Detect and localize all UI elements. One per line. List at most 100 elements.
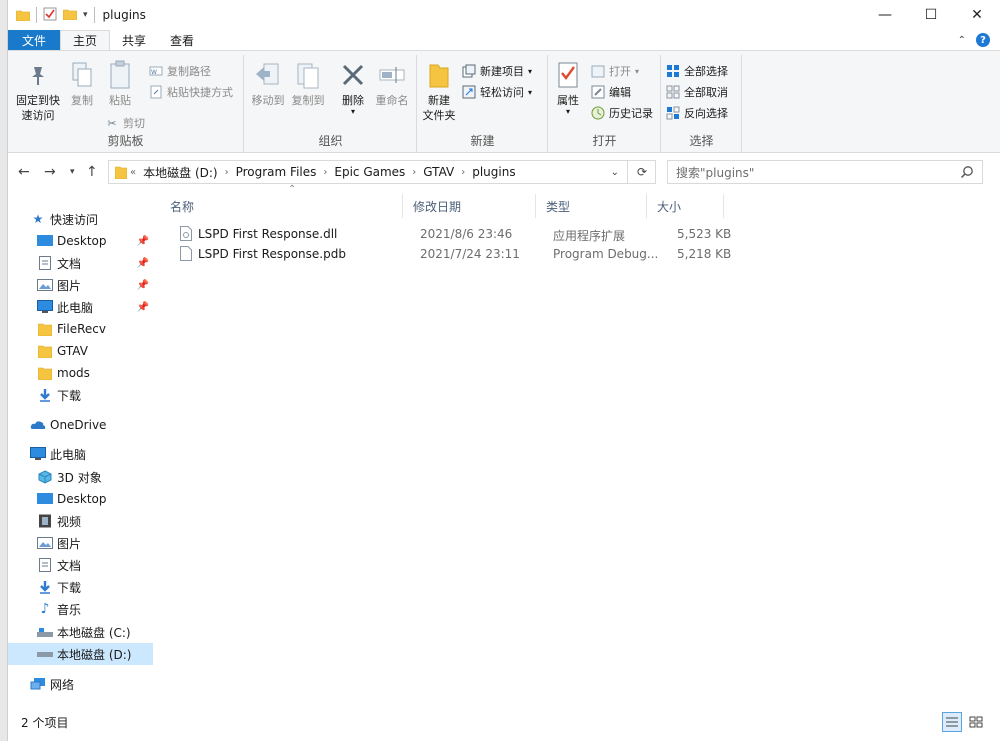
- cut-button[interactable]: ✂ 剪切: [105, 115, 145, 131]
- breadcrumb-separator-icon[interactable]: ›: [320, 167, 330, 178]
- nav-item-pictures[interactable]: 图片: [8, 532, 153, 554]
- properties-button[interactable]: 属性 ▾: [553, 59, 583, 116]
- details-view-icon[interactable]: [942, 712, 962, 732]
- breadcrumb-drive-d[interactable]: 本地磁盘 (D:): [139, 164, 221, 181]
- nav-item-mods[interactable]: mods: [8, 362, 153, 384]
- nav-item-documents[interactable]: 文档 📌: [8, 252, 153, 274]
- nav-item-videos[interactable]: 视频: [8, 510, 153, 532]
- paste-button[interactable]: 粘贴: [104, 59, 136, 108]
- select-all-button[interactable]: 全部选择: [666, 63, 728, 79]
- column-header-name[interactable]: 名称: [160, 194, 403, 218]
- address-bar[interactable]: « 本地磁盘 (D:) › Program Files › Epic Games…: [108, 160, 656, 184]
- nav-item-label: 文档: [57, 256, 82, 271]
- edit-button[interactable]: 编辑: [591, 84, 631, 100]
- easy-access-button[interactable]: 轻松访问 ▾: [462, 84, 532, 100]
- breadcrumb-epic-games[interactable]: Epic Games: [330, 165, 409, 179]
- search-placeholder: 搜索"plugins": [676, 165, 755, 180]
- minimize-button[interactable]: —: [862, 0, 908, 30]
- nav-item-label: 下载: [57, 388, 82, 403]
- refresh-icon[interactable]: ⟳: [627, 160, 656, 184]
- column-header-size[interactable]: 大小: [647, 194, 724, 218]
- nav-onedrive[interactable]: OneDrive: [8, 414, 153, 436]
- collapse-ribbon-chevron-icon[interactable]: ⌃: [958, 35, 966, 46]
- invert-selection-button[interactable]: 反向选择: [666, 105, 728, 121]
- pictures-icon: [37, 535, 53, 551]
- column-header-type[interactable]: 类型: [536, 194, 647, 218]
- new-item-button[interactable]: 新建项目 ▾: [462, 63, 532, 79]
- tab-view[interactable]: 查看: [158, 30, 206, 50]
- nav-item-desktop[interactable]: Desktop 📌: [8, 230, 153, 252]
- breadcrumb-separator-icon[interactable]: ›: [458, 167, 468, 178]
- help-icon[interactable]: ?: [976, 33, 990, 47]
- breadcrumb-plugins[interactable]: plugins: [468, 165, 519, 179]
- tab-home[interactable]: 主页: [60, 30, 111, 50]
- search-input[interactable]: 搜索"plugins": [667, 160, 983, 184]
- nav-item-documents[interactable]: 文档: [8, 554, 153, 576]
- up-arrow-icon[interactable]: ↑: [86, 164, 98, 180]
- address-dropdown-chevron-icon[interactable]: ⌄: [611, 167, 619, 178]
- close-button[interactable]: ✕: [954, 0, 1000, 30]
- tab-share[interactable]: 共享: [110, 30, 158, 50]
- nav-item-label: 视频: [57, 514, 82, 529]
- file-type: 应用程序扩展: [553, 229, 626, 243]
- copy-path-button[interactable]: W 复制路径: [149, 63, 211, 79]
- breadcrumb-program-files[interactable]: Program Files: [232, 165, 321, 179]
- breadcrumb-separator-icon[interactable]: ›: [409, 167, 419, 178]
- address-folder-icon: [115, 165, 127, 179]
- breadcrumb-separator-icon[interactable]: ›: [222, 167, 232, 178]
- invert-selection-icon: [666, 106, 680, 120]
- nav-item-this-pc[interactable]: 此电脑 📌: [8, 296, 153, 318]
- large-icons-view-icon[interactable]: [966, 712, 986, 732]
- move-to-button[interactable]: 移动到: [249, 59, 287, 108]
- pin-quick-access-button[interactable]: 固定到快 速访问: [12, 59, 64, 123]
- pin-icon: 📌: [136, 235, 149, 247]
- file-name: LSPD First Response.pdb: [198, 247, 346, 261]
- nav-quick-access[interactable]: ★ 快速访问: [8, 208, 153, 230]
- breadcrumb-gtav[interactable]: GTAV: [419, 165, 458, 179]
- nav-network[interactable]: 网络: [8, 673, 153, 695]
- forward-arrow-icon[interactable]: →: [44, 164, 56, 180]
- cloud-icon: [30, 417, 46, 433]
- overflow-icon[interactable]: «: [127, 167, 139, 178]
- nav-item-music[interactable]: ♪ 音乐: [8, 598, 153, 620]
- move-to-icon: [252, 59, 284, 91]
- table-row[interactable]: LSPD First Response.dll 2021/8/6 23:46 应…: [172, 224, 732, 244]
- nav-item-label: 本地磁盘 (D:): [57, 647, 132, 662]
- svg-text:W: W: [151, 69, 157, 76]
- properties-label: 属性: [557, 94, 579, 107]
- file-list: ⌃ 名称 修改日期 类型 大小 LSPD First Response.dll …: [160, 184, 990, 708]
- rename-button[interactable]: 重命名: [373, 59, 411, 108]
- nav-item-3d-objects[interactable]: 3D 对象: [8, 466, 153, 488]
- table-row[interactable]: LSPD First Response.pdb 2021/7/24 23:11 …: [172, 244, 732, 264]
- nav-item-downloads[interactable]: 下载: [8, 576, 153, 598]
- properties-check-icon[interactable]: [43, 7, 57, 24]
- maximize-button[interactable]: ☐: [908, 0, 954, 30]
- explorer-window: ▾ plugins — ☐ ✕ 文件 主页 共享 查看 ⌃ ? 固定到快 速访问…: [7, 0, 1000, 741]
- history-button[interactable]: 历史记录: [591, 105, 653, 121]
- nav-this-pc[interactable]: 此电脑: [8, 443, 153, 465]
- copy-button[interactable]: 复制: [66, 59, 98, 108]
- nav-item-downloads[interactable]: 下载: [8, 384, 153, 406]
- paste-shortcut-button[interactable]: 粘贴快捷方式: [149, 84, 233, 100]
- file-modified: 2021/7/24 23:11: [420, 247, 520, 261]
- nav-item-drive-d[interactable]: 本地磁盘 (D:): [8, 643, 153, 665]
- nav-item-drive-c[interactable]: 本地磁盘 (C:): [8, 621, 153, 643]
- nav-item-pictures[interactable]: 图片 📌: [8, 274, 153, 296]
- open-button[interactable]: 打开 ▾: [591, 63, 639, 79]
- column-header-modified[interactable]: 修改日期: [403, 194, 536, 218]
- nav-item-gtav[interactable]: GTAV: [8, 340, 153, 362]
- nav-item-filerecv[interactable]: FileRecv: [8, 318, 153, 340]
- select-none-button[interactable]: 全部取消: [666, 84, 728, 100]
- nav-network-label: 网络: [50, 677, 75, 692]
- back-arrow-icon[interactable]: ←: [18, 164, 30, 180]
- new-folder-icon[interactable]: [62, 8, 78, 23]
- pictures-icon: [37, 277, 53, 293]
- delete-button[interactable]: 删除 ▾: [339, 59, 367, 116]
- edit-icon: [591, 85, 605, 99]
- customize-toolbar-chevron-icon[interactable]: ▾: [83, 10, 88, 20]
- nav-item-desktop[interactable]: Desktop: [8, 488, 153, 510]
- new-folder-button[interactable]: 新建 文件夹: [420, 59, 458, 123]
- recent-locations-chevron-icon[interactable]: ▾: [70, 167, 75, 177]
- tab-file[interactable]: 文件: [8, 30, 61, 50]
- copy-to-button[interactable]: 复制到: [289, 59, 327, 108]
